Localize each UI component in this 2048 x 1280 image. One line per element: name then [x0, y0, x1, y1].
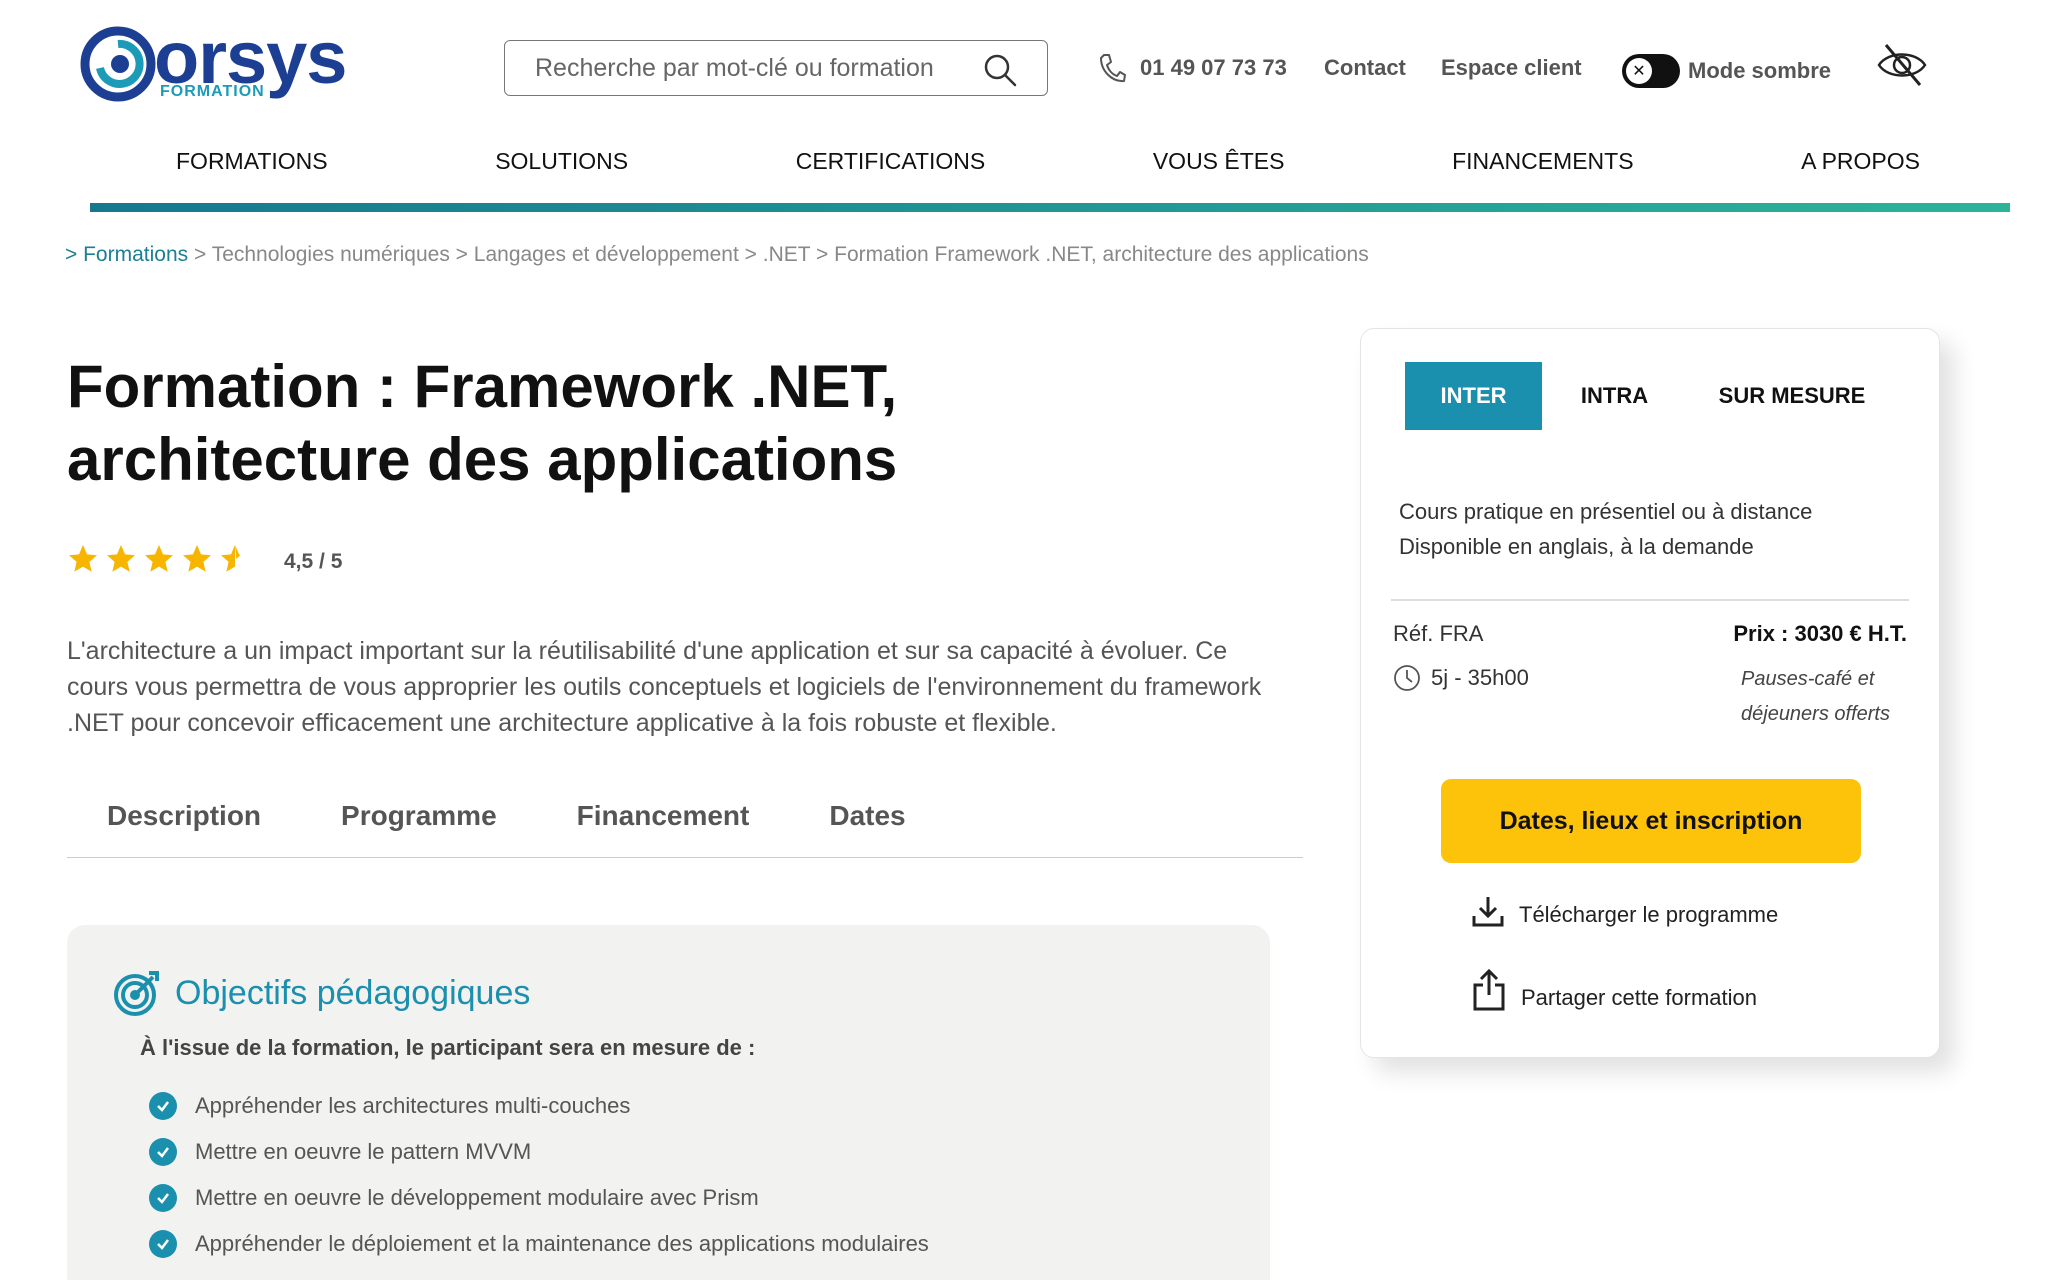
format-text: Cours pratique en présentiel ou à distan… [1399, 499, 1813, 524]
course-duration: 5j - 35h00 [1393, 664, 1529, 692]
nav-financements[interactable]: FINANCEMENTS [1452, 148, 1633, 192]
check-circle-icon [149, 1184, 177, 1212]
logo-subtitle: FORMATION [160, 83, 265, 100]
page-title: Formation : Framework .NET, architecture… [67, 353, 898, 493]
download-label: Télécharger le programme [1519, 902, 1779, 927]
list-item: Mettre en oeuvre le pattern MVVM [149, 1129, 929, 1175]
eye-slash-icon[interactable] [1876, 42, 1928, 88]
half-star-icon [221, 545, 241, 572]
star-rating [67, 543, 251, 575]
search-input[interactable] [535, 53, 975, 83]
objectives-heading: Objectifs pédagogiques [113, 969, 530, 1017]
objectives-title: Objectifs pédagogiques [175, 973, 531, 1012]
objective-text: Mettre en oeuvre le développement modula… [195, 1185, 759, 1210]
breadcrumb-dotnet[interactable]: > .NET [739, 243, 811, 266]
share-icon [1473, 969, 1505, 1011]
duration-text: 5j - 35h00 [1431, 665, 1529, 690]
close-icon: ✕ [1626, 58, 1652, 84]
tab-inter[interactable]: INTER [1405, 362, 1542, 430]
tab-intra[interactable]: INTRA [1542, 362, 1687, 430]
breadcrumb-technologies[interactable]: > Technologies numériques [188, 243, 450, 266]
course-reference: Réf. FRA [1393, 621, 1484, 646]
list-item: Appréhender les architectures multi-couc… [149, 1083, 929, 1129]
check-circle-icon [149, 1092, 177, 1120]
check-circle-icon [149, 1138, 177, 1166]
star-icon [69, 545, 97, 572]
language-text: Disponible en anglais, à la demande [1399, 534, 1754, 559]
card-description: Cours pratique en présentiel ou à distan… [1399, 494, 1812, 564]
phone-link[interactable]: 01 49 07 73 73 [1098, 52, 1287, 84]
dark-mode-toggle[interactable]: ✕ Mode sombre [1622, 54, 1831, 88]
tab-dates[interactable]: Dates [829, 790, 905, 857]
session-type-tabs: INTER INTRA SUR MESURE [1405, 362, 1897, 430]
star-icon [107, 545, 135, 572]
course-price: Prix : 3030 € H.T. [1733, 621, 1907, 646]
course-intro: L'architecture a un impact important sur… [67, 637, 1262, 737]
share-label: Partager cette formation [1521, 985, 1758, 1010]
download-program-link[interactable]: Télécharger le programme [1471, 894, 1778, 928]
dates-registration-button[interactable]: Dates, lieux et inscription [1441, 779, 1861, 863]
breadcrumb-formations[interactable]: > Formations [65, 243, 188, 266]
main-nav: FORMATIONS SOLUTIONS CERTIFICATIONS VOUS… [90, 148, 2010, 192]
breadcrumb-current: > Formation Framework .NET, architecture… [810, 243, 1369, 266]
rating-score: 4,5 / 5 [284, 550, 343, 573]
breadcrumb-langages[interactable]: > Langages et développement [450, 243, 739, 266]
tab-sur-mesure[interactable]: SUR MESURE [1687, 362, 1897, 430]
dark-mode-label: Mode sombre [1688, 58, 1832, 83]
star-icon [183, 545, 211, 572]
phone-number: 01 49 07 73 73 [1140, 55, 1287, 80]
phone-icon [1100, 54, 1126, 83]
tab-description[interactable]: Description [107, 790, 261, 857]
contact-link[interactable]: Contact [1324, 55, 1406, 81]
star-icon [145, 545, 173, 572]
price-note: Pauses-café et déjeuners offerts [1741, 668, 1890, 725]
check-circle-icon [149, 1230, 177, 1258]
download-icon [1472, 897, 1504, 927]
objectives-panel: Objectifs pédagogiques À l'issue de la f… [67, 925, 1270, 1280]
nav-vous-etes[interactable]: VOUS ÊTES [1153, 148, 1285, 192]
objective-text: Appréhender les architectures multi-couc… [195, 1093, 631, 1118]
objectives-list: Appréhender les architectures multi-couc… [149, 1083, 929, 1267]
tab-programme[interactable]: Programme [341, 790, 497, 857]
nav-divider [90, 203, 2010, 212]
list-item: Appréhender le déploiement et la mainten… [149, 1221, 929, 1267]
search-box [504, 40, 1048, 96]
espace-client-link[interactable]: Espace client [1441, 55, 1582, 81]
target-icon [114, 971, 159, 1016]
objectives-subtitle: À l'issue de la formation, le participan… [140, 1035, 756, 1060]
tab-financement[interactable]: Financement [577, 790, 750, 857]
nav-solutions[interactable]: SOLUTIONS [495, 148, 628, 192]
content-tabs: Description Programme Financement Dates [67, 790, 1303, 858]
search-icon[interactable] [983, 53, 1017, 87]
nav-a-propos[interactable]: A PROPOS [1801, 148, 1920, 192]
orsys-swirl-icon [80, 26, 156, 102]
enrollment-card: INTER INTRA SUR MESURE Cours pratique en… [1360, 328, 1940, 1058]
orsys-logo[interactable]: orsys FORMATION [80, 18, 360, 106]
nav-certifications[interactable]: CERTIFICATIONS [796, 148, 986, 192]
share-course-link[interactable]: Partager cette formation [1471, 969, 1757, 1011]
nav-formations[interactable]: FORMATIONS [176, 148, 328, 192]
objective-text: Mettre en oeuvre le pattern MVVM [195, 1139, 532, 1164]
clock-icon [1394, 665, 1420, 691]
toggle-switch[interactable]: ✕ [1622, 54, 1680, 88]
objective-text: Appréhender le déploiement et la mainten… [195, 1231, 929, 1256]
list-item: Mettre en oeuvre le développement modula… [149, 1175, 929, 1221]
breadcrumb: > Formations > Technologies numériques >… [65, 243, 1369, 267]
card-divider [1391, 599, 1909, 601]
